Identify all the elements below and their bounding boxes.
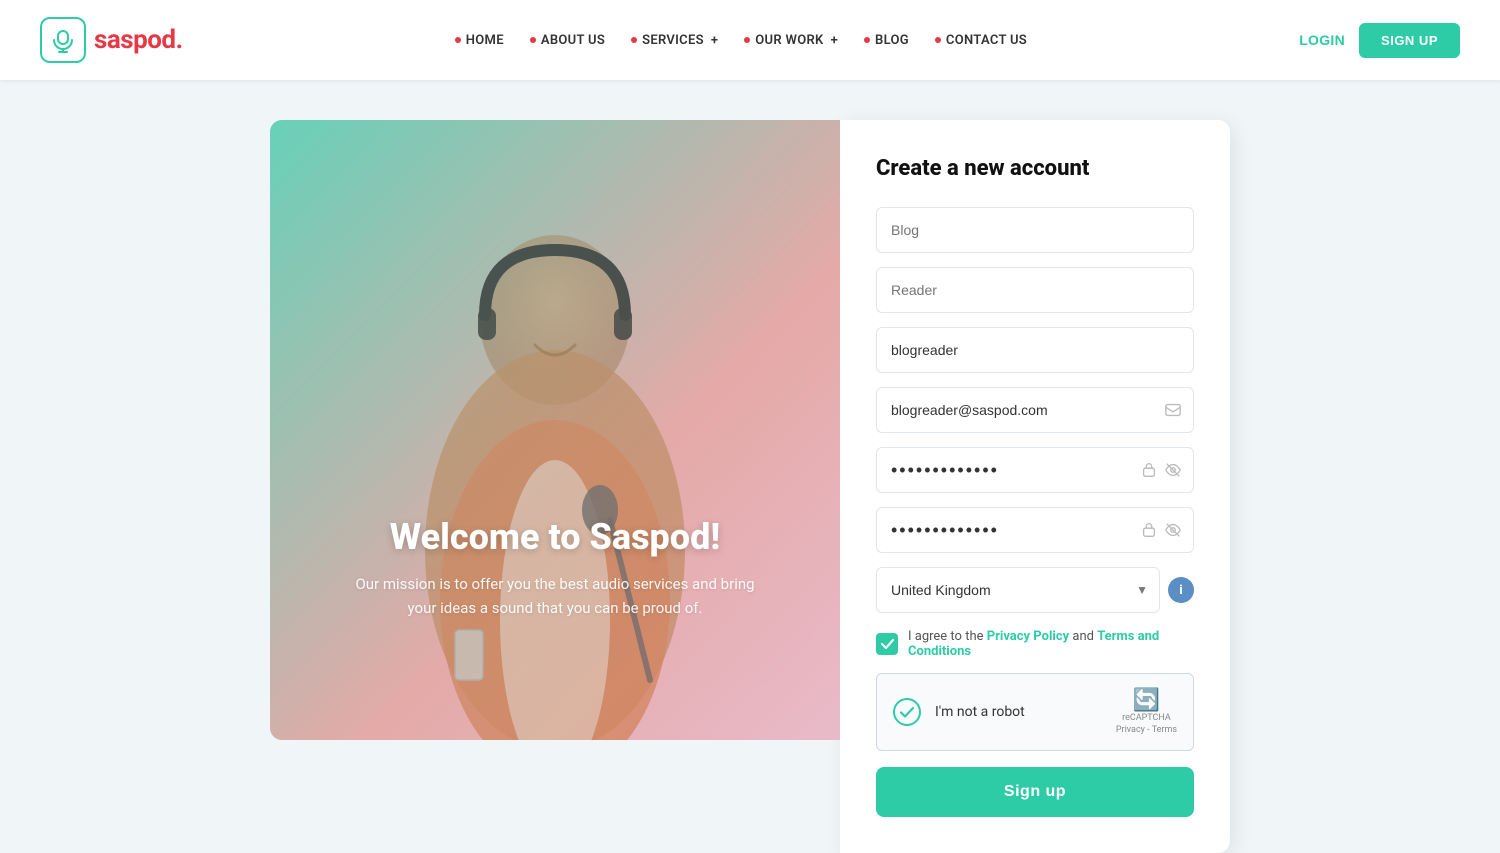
privacy-policy-link[interactable]: Privacy Policy [987, 629, 1069, 644]
agree-checkbox[interactable] [876, 633, 898, 655]
email-field [876, 387, 1194, 433]
logo[interactable]: saspod. [40, 17, 183, 63]
logo-icon [40, 17, 86, 63]
hero-subtitle: Our mission is to offer you the best aud… [310, 572, 800, 620]
confirm-visibility-icon[interactable] [1164, 521, 1182, 539]
email-icon-group [1164, 401, 1182, 419]
reader-field [876, 267, 1194, 313]
agree-text: I agree to the Privacy Policy and Terms … [908, 629, 1194, 659]
password-icons [1140, 461, 1182, 479]
country-select[interactable]: United Kingdom United States Canada Aust… [876, 567, 1160, 613]
recaptcha-check [893, 698, 921, 726]
nav-dot [864, 37, 870, 43]
confirm-password-icons [1140, 521, 1182, 539]
nav-ourwork[interactable]: OUR WORK + [734, 27, 848, 54]
hero-text: Welcome to Saspod! Our mission is to off… [270, 516, 840, 620]
password-lock-icon [1140, 461, 1158, 479]
signup-form-panel: Create a new account [840, 120, 1230, 853]
recaptcha-left: I'm not a robot [893, 698, 1025, 726]
recaptcha-branding: 🔄 reCAPTCHA Privacy - Terms [1116, 688, 1177, 736]
email-icon [1164, 401, 1182, 419]
blog-name-field [876, 207, 1194, 253]
reader-input[interactable] [876, 267, 1194, 313]
signup-submit-button[interactable]: Sign up [876, 767, 1194, 817]
hero-title: Welcome to Saspod! [310, 516, 800, 558]
nav-blog[interactable]: BLOG [854, 27, 919, 54]
confirm-password-field [876, 507, 1194, 553]
nav-dot [744, 37, 750, 43]
nav-services[interactable]: SERVICES + [621, 27, 728, 54]
header-actions: LOGIN SIGN UP [1299, 23, 1460, 58]
nav-dot [530, 37, 536, 43]
password-visibility-icon[interactable] [1164, 461, 1182, 479]
username-input[interactable] [876, 327, 1194, 373]
nav-about[interactable]: ABOUT US [520, 27, 615, 54]
country-select-wrapper: United Kingdom United States Canada Aust… [876, 567, 1194, 613]
header: saspod. HOME ABOUT US SERVICES + OUR WOR… [0, 0, 1500, 80]
nav-dot [455, 37, 461, 43]
email-input[interactable] [876, 387, 1194, 433]
form-title: Create a new account [876, 156, 1194, 181]
recaptcha-privacy-text: Privacy - Terms [1116, 725, 1177, 737]
login-button[interactable]: LOGIN [1299, 32, 1345, 48]
hero-panel: Welcome to Saspod! Our mission is to off… [270, 120, 840, 740]
signup-button[interactable]: SIGN UP [1359, 23, 1460, 58]
blog-name-input[interactable] [876, 207, 1194, 253]
username-field [876, 327, 1194, 373]
nav-dot [631, 37, 637, 43]
recaptcha-brand-text: reCAPTCHA [1116, 713, 1177, 725]
confirm-lock-icon [1140, 521, 1158, 539]
main-nav: HOME ABOUT US SERVICES + OUR WORK + BLOG… [445, 27, 1037, 54]
recaptcha-logo-icon: 🔄 [1116, 688, 1177, 713]
hero-background [270, 120, 840, 740]
logo-text: saspod. [94, 25, 183, 55]
nav-home[interactable]: HOME [445, 27, 514, 54]
hero-illustration [270, 120, 840, 740]
country-info-icon[interactable]: i [1168, 577, 1194, 603]
password-field [876, 447, 1194, 493]
recaptcha-box[interactable]: I'm not a robot 🔄 reCAPTCHA Privacy - Te… [876, 673, 1194, 751]
agree-row: I agree to the Privacy Policy and Terms … [876, 629, 1194, 659]
recaptcha-label: I'm not a robot [935, 704, 1025, 720]
country-field: United Kingdom United States Canada Aust… [876, 567, 1194, 613]
main-content: Welcome to Saspod! Our mission is to off… [0, 80, 1500, 853]
nav-contact[interactable]: CONTACT US [925, 27, 1037, 54]
nav-dot [935, 37, 941, 43]
